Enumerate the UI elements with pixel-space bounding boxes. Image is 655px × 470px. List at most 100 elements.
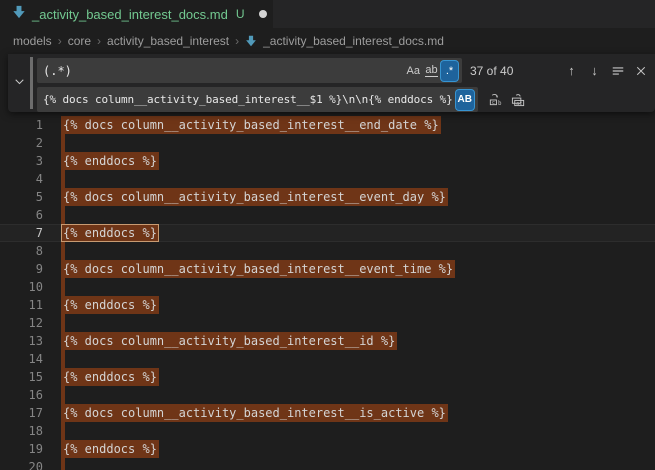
line-number: 17 — [0, 404, 43, 422]
zero-width-find-match — [61, 350, 65, 368]
chevron-down-icon — [14, 74, 25, 92]
code-editor[interactable]: 1 {% docs column__activity_based_interest… — [0, 116, 655, 470]
code-line[interactable]: 17 {% docs column__activity_based_interes… — [0, 404, 655, 422]
zero-width-find-match — [61, 278, 65, 296]
whole-word-toggle[interactable]: ab — [423, 61, 440, 81]
find-input-value: (.*) — [43, 64, 404, 78]
code-line[interactable]: 4 — [0, 170, 655, 188]
arrow-down-icon: ↓ — [591, 63, 598, 78]
zero-width-find-match — [61, 314, 65, 332]
line-number: 15 — [0, 368, 43, 386]
line-number: 14 — [0, 350, 43, 368]
current-find-match: {% enddocs %} — [61, 224, 159, 242]
code-line[interactable]: 12 — [0, 314, 655, 332]
find-widget-resize-sash[interactable] — [30, 57, 33, 109]
code-line[interactable]: 2 — [0, 134, 655, 152]
code-line[interactable]: 13 {% docs column__activity_based_interes… — [0, 332, 655, 350]
breadcrumb-item-models[interactable]: models — [13, 34, 52, 48]
git-status-badge: U — [236, 7, 245, 21]
line-number: 19 — [0, 440, 43, 458]
markdown-icon — [245, 35, 257, 47]
line-number: 3 — [0, 152, 43, 170]
svg-text:c: c — [492, 100, 495, 106]
markdown-icon — [12, 5, 26, 24]
replace-input[interactable]: {% docs column__activity_based_interest_… — [37, 87, 478, 112]
find-replace-widget: (.*) Aa ab .* 37 of 40 ↑ ↓ — [8, 54, 655, 112]
code-line[interactable]: 18 — [0, 422, 655, 440]
svg-text:b: b — [498, 101, 502, 107]
line-number: 7 — [0, 224, 43, 242]
preserve-case-toggle[interactable]: AB — [456, 90, 474, 110]
toggle-replace-button[interactable] — [9, 54, 29, 112]
find-input[interactable]: (.*) Aa ab .* — [37, 58, 462, 83]
next-match-button[interactable]: ↓ — [585, 61, 604, 80]
code-line[interactable]: 7 {% enddocs %} — [0, 224, 655, 242]
code-line[interactable]: 8 — [0, 242, 655, 260]
code-line[interactable]: 10 — [0, 278, 655, 296]
chevron-right-icon: › — [235, 34, 239, 48]
line-number: 20 — [0, 458, 43, 470]
line-number: 11 — [0, 296, 43, 314]
line-number: 2 — [0, 134, 43, 152]
tab-filename: _activity_based_interest_docs.md — [32, 7, 228, 22]
tab-bar: _activity_based_interest_docs.md U — [0, 0, 655, 28]
zero-width-find-match — [61, 170, 65, 188]
zero-width-find-match — [61, 242, 65, 260]
line-number: 1 — [0, 116, 43, 134]
code-lines: 1 {% docs column__activity_based_interest… — [0, 116, 655, 470]
regex-toggle[interactable]: .* — [441, 61, 458, 81]
replace-all-icon: ac — [511, 92, 526, 107]
replace-all-button[interactable]: ac — [509, 90, 528, 109]
code-line[interactable]: 3 {% enddocs %} — [0, 152, 655, 170]
line-number: 4 — [0, 170, 43, 188]
find-match: {% enddocs %} — [61, 152, 159, 170]
find-match: {% enddocs %} — [61, 440, 159, 458]
unsaved-dot-icon[interactable] — [259, 10, 267, 18]
breadcrumb: models › core › activity_based_interest … — [0, 28, 655, 53]
breadcrumb-item-core[interactable]: core — [68, 34, 91, 48]
zero-width-find-match — [61, 134, 65, 152]
replace-one-button[interactable]: c b — [486, 90, 505, 109]
arrow-up-icon: ↑ — [568, 63, 575, 78]
find-in-selection-button[interactable] — [608, 61, 627, 80]
code-line[interactable]: 6 — [0, 206, 655, 224]
editor-tab[interactable]: _activity_based_interest_docs.md U — [0, 0, 273, 28]
zero-width-find-match — [61, 422, 65, 440]
selection-lines-icon — [611, 64, 625, 78]
line-number: 8 — [0, 242, 43, 260]
match-count: 37 of 40 — [470, 64, 536, 78]
find-match: {% docs column__activity_based_interest_… — [61, 404, 448, 422]
svg-text:ac: ac — [516, 101, 522, 107]
code-line[interactable]: 5 {% docs column__activity_based_interest… — [0, 188, 655, 206]
line-number: 10 — [0, 278, 43, 296]
code-line[interactable]: 9 {% docs column__activity_based_interest… — [0, 260, 655, 278]
find-match: {% enddocs %} — [61, 368, 159, 386]
close-find-button[interactable] — [631, 61, 650, 80]
code-line[interactable]: 11{% enddocs %} — [0, 296, 655, 314]
previous-match-button[interactable]: ↑ — [562, 61, 581, 80]
breadcrumb-item-activity-based-interest[interactable]: activity_based_interest — [107, 34, 229, 48]
line-number: 6 — [0, 206, 43, 224]
find-match: {% docs column__activity_based_interest_… — [61, 260, 455, 278]
line-number: 13 — [0, 332, 43, 350]
find-match: {% docs column__activity_based_interest_… — [61, 332, 397, 350]
code-line[interactable]: 16 — [0, 386, 655, 404]
line-number: 16 — [0, 386, 43, 404]
code-line[interactable]: 19 {% enddocs %} — [0, 440, 655, 458]
code-line[interactable]: 14 — [0, 350, 655, 368]
match-case-toggle[interactable]: Aa — [405, 61, 422, 81]
line-number: 18 — [0, 422, 43, 440]
replace-icon: c b — [488, 92, 503, 107]
find-match: {% docs column__activity_based_interest_… — [61, 116, 441, 134]
breadcrumb-item-file[interactable]: _activity_based_interest_docs.md — [263, 34, 444, 48]
zero-width-find-match — [61, 458, 65, 470]
line-number: 12 — [0, 314, 43, 332]
line-number: 9 — [0, 260, 43, 278]
code-line[interactable]: 1 {% docs column__activity_based_interest… — [0, 116, 655, 134]
close-icon — [635, 65, 647, 77]
code-line[interactable]: 20 — [0, 458, 655, 470]
find-match: {% docs column__activity_based_interest_… — [61, 188, 448, 206]
code-line[interactable]: 15 {% enddocs %} — [0, 368, 655, 386]
replace-input-value: {% docs column__activity_based_interest_… — [43, 93, 455, 106]
line-number: 5 — [0, 188, 43, 206]
